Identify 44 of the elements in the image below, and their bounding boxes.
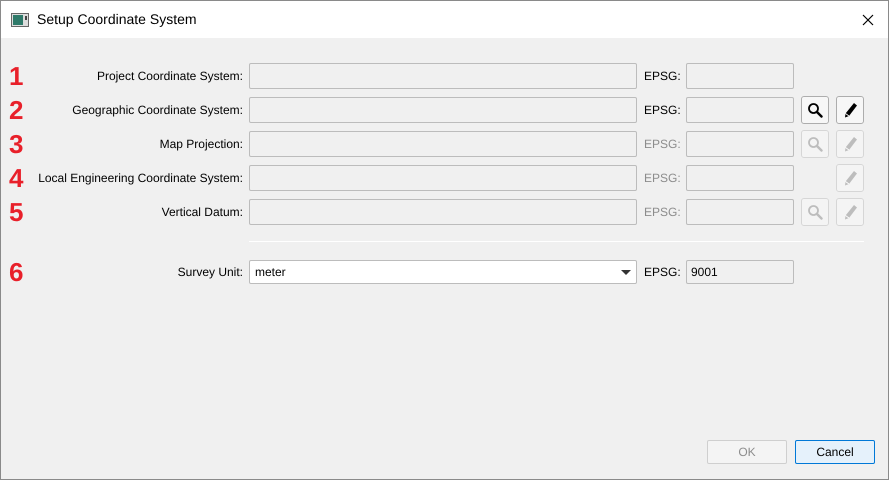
pencil-button[interactable]	[836, 96, 864, 124]
search-icon	[807, 136, 823, 152]
epsg-label: EPSG:	[644, 170, 682, 187]
dialog-button[interactable]: Cancel	[795, 440, 875, 464]
epsg-field[interactable]	[686, 165, 794, 191]
epsg-label: EPSG:	[644, 68, 682, 85]
pencil-icon	[842, 170, 858, 186]
epsg-field[interactable]	[686, 63, 794, 89]
epsg-label: EPSG:	[644, 264, 682, 281]
epsg-field[interactable]	[686, 131, 794, 157]
row-number: 4	[9, 165, 24, 191]
text-field[interactable]	[249, 97, 637, 123]
pencil-icon	[842, 102, 858, 118]
row-number: 6	[9, 259, 24, 285]
text-field[interactable]	[249, 199, 637, 225]
pencil-icon	[842, 136, 858, 152]
search-button[interactable]	[801, 96, 829, 124]
text-field[interactable]	[249, 131, 637, 157]
window-title: Setup Coordinate System	[37, 10, 197, 29]
row-number: 2	[9, 97, 24, 123]
field-label: Project Coordinate System:	[96, 68, 243, 85]
pencil-icon	[842, 204, 858, 220]
epsg-label: EPSG:	[644, 136, 682, 153]
text-field[interactable]	[249, 165, 637, 191]
row-number: 3	[9, 131, 24, 157]
app-icon	[11, 12, 29, 26]
epsg-label: EPSG:	[644, 102, 682, 119]
search-icon	[807, 204, 823, 220]
caret-icon	[621, 270, 631, 274]
field-label: Survey Unit:	[176, 264, 243, 281]
field-label: Map Projection:	[158, 136, 243, 153]
field-label: Local Engineering Coordinate System:	[37, 170, 243, 187]
epsg-field[interactable]: 9001	[686, 260, 794, 284]
dropdown[interactable]: meter	[249, 260, 637, 284]
epsg-field[interactable]	[686, 199, 794, 225]
epsg-field[interactable]	[686, 97, 794, 123]
row-number: 1	[9, 63, 24, 89]
close-icon[interactable]	[862, 14, 874, 26]
epsg-label: EPSG:	[644, 204, 682, 221]
field-label: Geographic Coordinate System:	[71, 102, 243, 119]
text-field[interactable]	[249, 63, 637, 89]
row-number: 5	[9, 199, 24, 225]
search-icon	[807, 102, 823, 118]
field-label: Vertical Datum:	[160, 204, 243, 221]
